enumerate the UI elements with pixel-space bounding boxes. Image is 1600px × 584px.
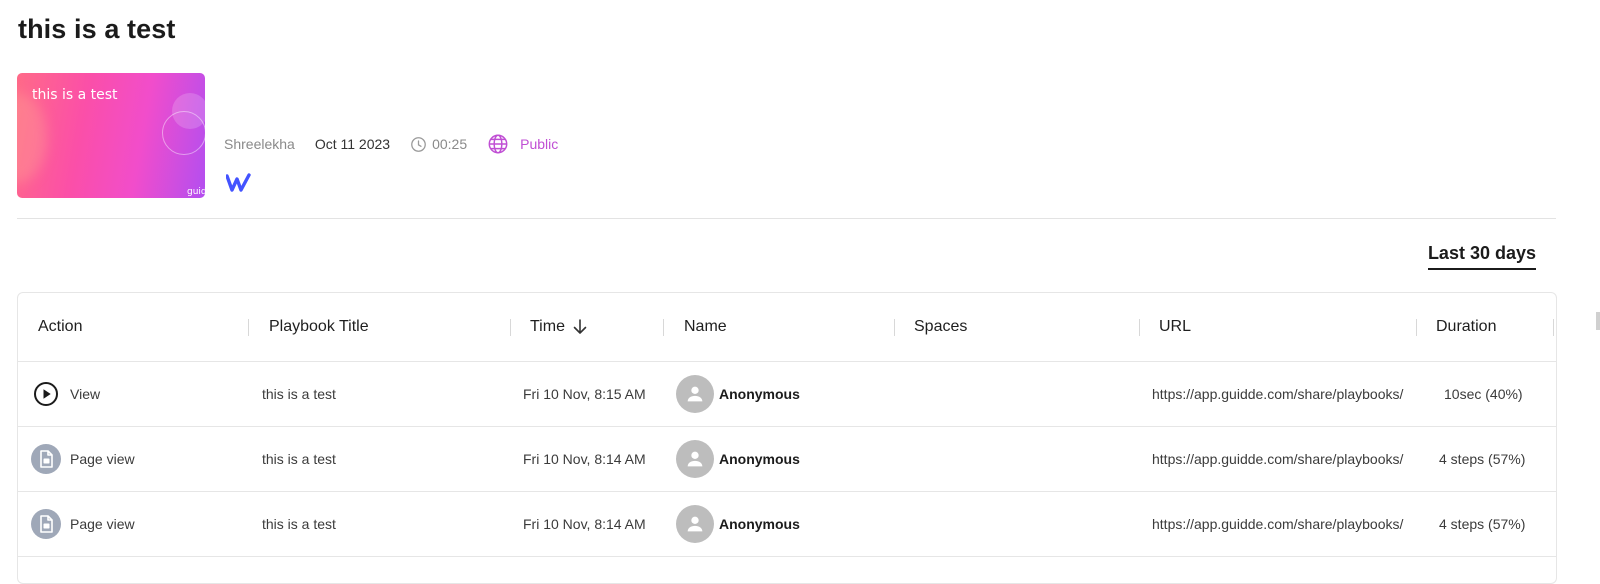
playbook-meta: Shreelekha Oct 11 2023 00:25 Public: [224, 133, 558, 155]
section-divider: [17, 218, 1556, 219]
table-scrollbar[interactable]: [1596, 312, 1600, 330]
url-text[interactable]: https://app.guidde.com/share/playbooks/: [1152, 516, 1404, 532]
column-header-url[interactable]: URL: [1159, 293, 1191, 361]
thumbnail-brand: guidde: [187, 187, 205, 197]
playbook-title-cell[interactable]: this is a test: [262, 427, 336, 491]
page-view-icon: [31, 444, 61, 474]
date-range-selector[interactable]: Last 30 days: [1427, 243, 1536, 270]
time-cell: Fri 10 Nov, 8:15 AM: [523, 386, 646, 402]
url-cell[interactable]: https://app.guidde.com/share/playbooks/: [1152, 427, 1404, 491]
url-cell[interactable]: https://app.guidde.com/share/playbooks/: [1152, 362, 1404, 426]
action-label: Page view: [70, 451, 135, 467]
column-separator[interactable]: [1416, 319, 1417, 336]
page-view-icon: [31, 509, 61, 539]
duration-text: 00:25: [432, 136, 468, 152]
created-date: Oct 11 2023: [314, 136, 391, 152]
arrow-down-icon[interactable]: [573, 319, 587, 335]
thumbnail-glow: [17, 93, 47, 183]
column-header-time-label: Time: [530, 318, 565, 335]
column-header-duration[interactable]: Duration: [1436, 293, 1496, 361]
action-cell: Page view: [31, 427, 135, 491]
video-duration: 00:25: [410, 136, 467, 153]
user-icon: [687, 516, 703, 532]
clock-icon: [411, 136, 426, 152]
play-circle-icon: [31, 379, 61, 409]
visibility-label: Public: [520, 136, 559, 152]
column-header-spaces[interactable]: Spaces: [914, 293, 967, 361]
url-cell[interactable]: https://app.guidde.com/share/playbooks/: [1152, 492, 1404, 556]
duration-cell: 10sec (40%): [1444, 386, 1523, 402]
column-separator[interactable]: [894, 319, 895, 336]
visibility-status[interactable]: Public: [487, 133, 558, 155]
avatar: [676, 375, 714, 413]
duration-cell: 4 steps (57%): [1439, 451, 1526, 467]
column-header-playbook-title[interactable]: Playbook Title: [269, 293, 369, 361]
globe-icon: [488, 134, 508, 154]
column-header-action[interactable]: Action: [38, 293, 82, 361]
avatar: [676, 505, 714, 543]
action-label: Page view: [70, 516, 135, 532]
table-header: Action Playbook Title Time Name Spaces U…: [18, 293, 1556, 362]
user-name: Anonymous: [719, 386, 800, 402]
video-thumbnail[interactable]: this is a test guidde: [17, 73, 205, 198]
duration-cell: 4 steps (57%): [1439, 516, 1526, 532]
playbook-title-cell[interactable]: this is a test: [262, 492, 336, 556]
playbook-title-cell[interactable]: this is a test: [262, 362, 336, 426]
url-text[interactable]: https://app.guidde.com/share/playbooks/: [1152, 386, 1404, 402]
avatar: [676, 440, 714, 478]
action-cell: View: [31, 362, 100, 426]
column-separator[interactable]: [510, 319, 511, 336]
table-row[interactable]: Page view this is a test Fri 10 Nov, 8:1…: [18, 492, 1556, 557]
user-name: Anonymous: [719, 516, 800, 532]
webflow-logo-icon: [226, 173, 251, 192]
action-label: View: [70, 386, 101, 402]
thumbnail-circle: [162, 111, 205, 155]
time-cell: Fri 10 Nov, 8:14 AM: [523, 516, 646, 532]
url-text[interactable]: https://app.guidde.com/share/playbooks/: [1152, 451, 1404, 467]
time-cell: Fri 10 Nov, 8:14 AM: [523, 451, 646, 467]
name-cell: Anonymous: [676, 427, 800, 491]
column-separator[interactable]: [1553, 319, 1554, 336]
name-cell: Anonymous: [676, 492, 800, 556]
table-row[interactable]: Page view this is a test Fri 10 Nov, 8:1…: [18, 427, 1556, 492]
column-separator[interactable]: [663, 319, 664, 336]
user-name: Anonymous: [719, 451, 800, 467]
column-separator[interactable]: [248, 319, 249, 336]
author-name: Shreelekha: [224, 136, 295, 152]
page-title: this is a test: [18, 14, 176, 44]
name-cell: Anonymous: [676, 362, 800, 426]
user-icon: [687, 386, 703, 402]
action-cell: Page view: [31, 492, 135, 556]
table-row[interactable]: View this is a test Fri 10 Nov, 8:15 AM …: [18, 362, 1556, 427]
column-separator[interactable]: [1139, 319, 1140, 336]
thumbnail-title: this is a test: [32, 87, 118, 103]
activity-table: Action Playbook Title Time Name Spaces U…: [17, 292, 1557, 584]
column-header-time[interactable]: Time: [530, 293, 587, 361]
column-header-name[interactable]: Name: [684, 293, 727, 361]
user-icon: [687, 451, 703, 467]
